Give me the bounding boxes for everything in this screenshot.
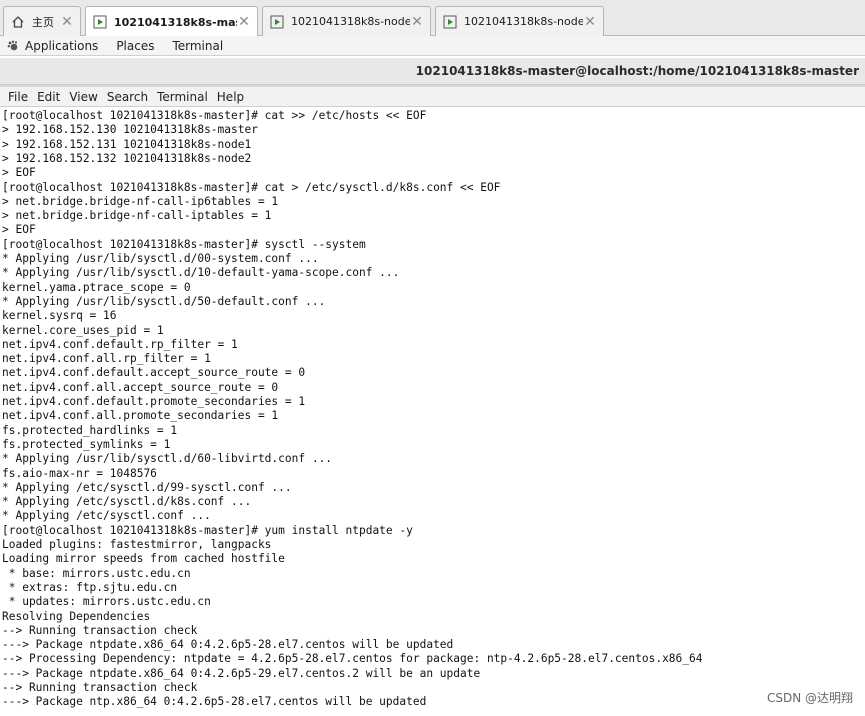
menu-edit[interactable]: Edit (37, 90, 60, 104)
menu-help[interactable]: Help (217, 90, 244, 104)
window-title: 1021041318k8s-master@localhost:/home/102… (415, 64, 859, 78)
tab-k8s-node1[interactable]: 1021041318k8s-node1 ✕ (262, 6, 431, 36)
menu-view[interactable]: View (69, 90, 97, 104)
menu-file[interactable]: File (8, 90, 28, 104)
tab-label: 1021041318k8s-master (114, 15, 237, 29)
terminal-line: [root@localhost 1021041318k8s-master]# s… (2, 237, 366, 251)
terminal-line: [root@localhost 1021041318k8s-master]# c… (2, 180, 501, 194)
places-menu[interactable]: Places (116, 39, 154, 53)
close-icon[interactable]: ✕ (410, 14, 424, 30)
terminal-line: ---> Package ntpdate.x86_64 0:4.2.6p5-28… (2, 638, 454, 652)
menu-search[interactable]: Search (107, 90, 148, 104)
terminal-line: net.ipv4.conf.all.promote_secondaries = … (2, 409, 279, 423)
terminal-line: * Applying /etc/sysctl.d/k8s.conf ... (2, 495, 252, 509)
terminal-line: net.ipv4.conf.all.rp_filter = 1 (2, 352, 211, 366)
places-label: Places (116, 38, 155, 53)
terminal-line: > 192.168.152.131 1021041318k8s-node1 (2, 137, 252, 151)
terminal-line: kernel.yama.ptrace_scope = 0 (2, 280, 191, 294)
terminal-line: * extras: ftp.sjtu.edu.cn (2, 580, 178, 594)
terminal-line: > net.bridge.bridge-nf-call-iptables = 1 (2, 209, 272, 223)
home-icon (10, 14, 26, 30)
tab-k8s-node2[interactable]: 1021041318k8s-node2 ✕ (435, 6, 604, 36)
tab-label: 1021041318k8s-node1 (291, 15, 410, 28)
terminal-line: > EOF (2, 223, 36, 237)
terminal-line: --> Processing Dependency: ntpdate = 4.2… (2, 652, 703, 666)
terminal-line: * Applying /usr/lib/sysctl.d/50-default.… (2, 294, 326, 308)
terminal-line: kernel.sysrq = 16 (2, 309, 117, 323)
tab-k8s-master[interactable]: 1021041318k8s-master ✕ (85, 6, 258, 37)
terminal-line: Resolving Dependencies (2, 609, 151, 623)
watermark: CSDN @达明翔 (766, 689, 853, 706)
applications-label: Applications (25, 38, 99, 53)
terminal-line: * base: mirrors.ustc.edu.cn (2, 566, 191, 580)
terminal-line: [root@localhost 1021041318k8s-master]# y… (2, 523, 413, 537)
terminal-line: * Applying /usr/lib/sysctl.d/10-default-… (2, 266, 400, 280)
terminal-line: --> Running transaction check (2, 623, 198, 637)
terminal-line: ---> Package ntpdate.x86_64 0:4.2.6p5-29… (2, 666, 481, 680)
terminal-line: * updates: mirrors.ustc.edu.cn (2, 595, 211, 609)
terminal-line: kernel.core_uses_pid = 1 (2, 323, 164, 337)
terminal-line: * Applying /etc/sysctl.d/99-sysctl.conf … (2, 480, 292, 494)
vm-icon (269, 14, 285, 30)
tab-label: 主页 (32, 15, 54, 29)
terminal-line: > net.bridge.bridge-nf-call-ip6tables = … (2, 194, 279, 208)
menu-terminal[interactable]: Terminal (157, 90, 208, 104)
window-titlebar[interactable]: 1021041318k8s-master@localhost:/home/102… (0, 58, 865, 85)
tab-label: 1021041318k8s-node2 (464, 15, 583, 28)
terminal-line: [root@localhost 1021041318k8s-master]# c… (2, 109, 427, 122)
terminal-line: * Applying /usr/lib/sysctl.d/00-system.c… (2, 252, 319, 265)
tab-home[interactable]: 主页 ✕ (3, 6, 81, 36)
vm-icon (442, 14, 458, 30)
terminal-line: net.ipv4.conf.default.accept_source_rout… (2, 366, 306, 380)
vm-icon (92, 14, 108, 30)
terminal-output[interactable]: [root@localhost 1021041318k8s-master]# c… (0, 108, 865, 716)
terminal-line: fs.aio-max-nr = 1048576 (2, 466, 157, 480)
applications-menu[interactable]: Applications (0, 39, 98, 53)
terminal-line: --> Running transaction check (2, 681, 198, 694)
terminal-line: > EOF (2, 166, 36, 180)
terminal-line: Loading mirror speeds from cached hostfi… (2, 552, 285, 566)
terminal-line: > 192.168.152.132 1021041318k8s-node2 (2, 151, 252, 165)
terminal-line: net.ipv4.conf.all.accept_source_route = … (2, 380, 279, 394)
vm-tab-strip: 主页 ✕ 1021041318k8s-master ✕ 1021041318k8… (0, 0, 865, 37)
close-icon[interactable]: ✕ (60, 14, 74, 30)
terminal-line: net.ipv4.conf.default.rp_filter = 1 (2, 337, 238, 351)
close-icon[interactable]: ✕ (237, 14, 251, 30)
terminal-line: * Applying /etc/sysctl.conf ... (2, 509, 211, 523)
terminal-line: Loaded plugins: fastestmirror, langpacks (2, 538, 272, 551)
terminal-line: * Applying /usr/lib/sysctl.d/60-libvirtd… (2, 452, 333, 466)
terminal-label: Terminal (172, 38, 224, 53)
terminal-menubar: File Edit View Search Terminal Help (0, 87, 865, 107)
close-icon[interactable]: ✕ (583, 14, 597, 30)
terminal-line: > 192.168.152.130 1021041318k8s-master (2, 123, 258, 137)
terminal-line: net.ipv4.conf.default.promote_secondarie… (2, 395, 306, 408)
terminal-line: fs.protected_symlinks = 1 (2, 437, 171, 451)
terminal-line: fs.protected_hardlinks = 1 (2, 423, 178, 437)
gnome-top-bar: Applications Places Terminal (0, 36, 865, 56)
gnome-foot-icon (7, 40, 19, 52)
terminal-app-menu[interactable]: Terminal (172, 39, 223, 53)
terminal-line: ---> Package ntp.x86_64 0:4.2.6p5-28.el7… (2, 695, 427, 709)
